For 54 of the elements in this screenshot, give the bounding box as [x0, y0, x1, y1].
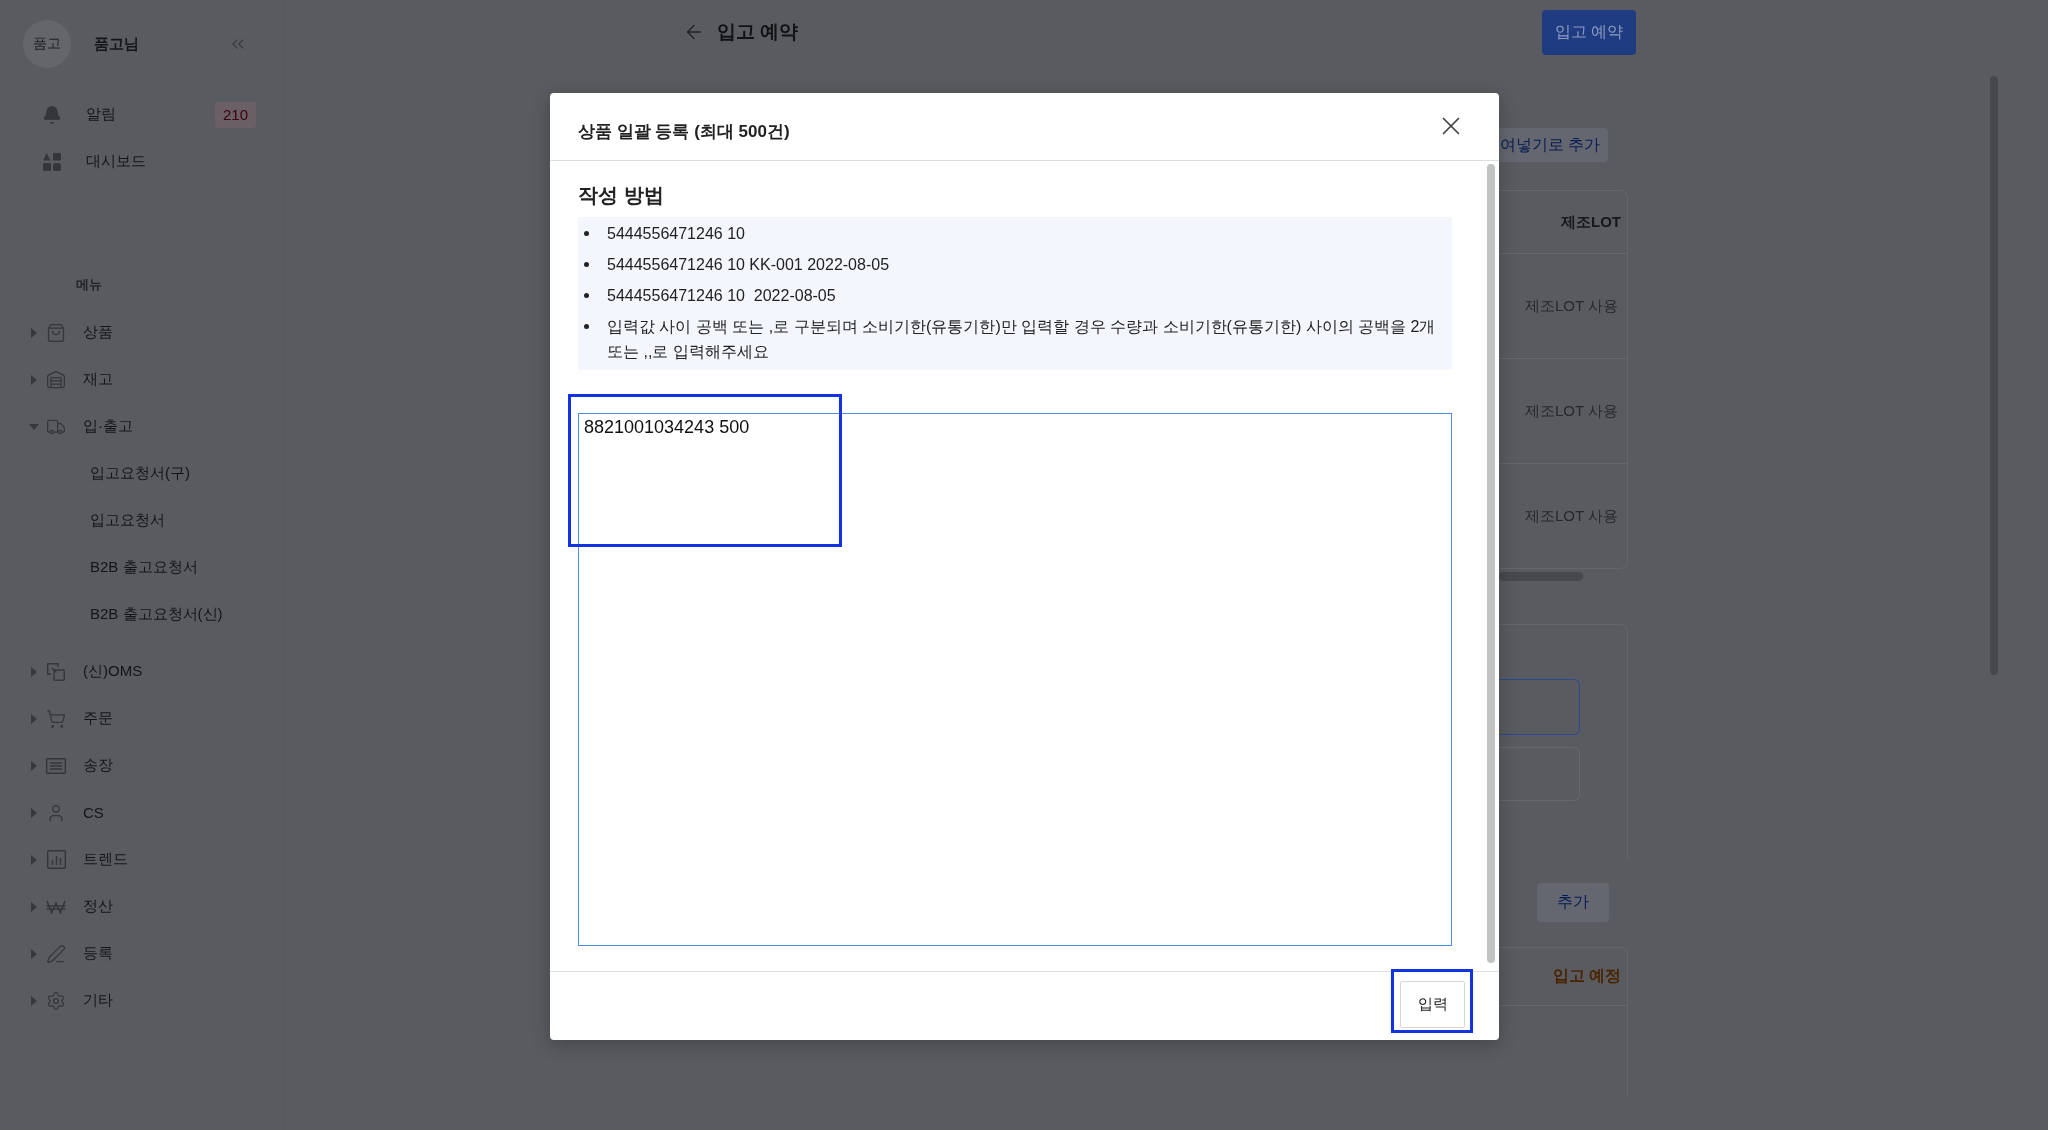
bullet-icon: [584, 324, 589, 329]
page-title: 입고 예약: [717, 20, 799, 44]
submit-button[interactable]: 입력: [1400, 981, 1465, 1028]
menu-item[interactable]: 트렌드: [29, 849, 128, 870]
bell-icon: [42, 104, 62, 125]
menu-heading: 메뉴: [76, 276, 102, 294]
bullet-icon: [584, 231, 589, 236]
user-name: 품고님: [94, 34, 139, 54]
guide-text: 5444556471246 10 KK-001 2022-08-05: [607, 255, 890, 275]
input-field[interactable]: [1499, 679, 1580, 735]
column-header: 제조LOT: [1561, 212, 1621, 232]
paste-add-button[interactable]: 여넣기로 추가: [1499, 128, 1609, 162]
pencil-icon: [46, 943, 66, 964]
section-title: 입고 예정: [1552, 966, 1621, 986]
menu-item[interactable]: 입·출고: [29, 416, 133, 437]
count-badge: 210: [214, 101, 256, 128]
scrollbar-thumb[interactable]: [1499, 572, 1583, 581]
shopping-bag-icon: [46, 322, 66, 343]
guide-text: 5444556471246 10: [607, 224, 745, 244]
guide-text: 입력값 사이 공백 또는 ,로 구분되며 소비기한(유통기한)만 입력할 경우 수량과 소비기한(유통기한) 사이의 공백을 2개 또는 ,,로 입력해주세요: [607, 317, 1437, 362]
avatar: 품고: [23, 20, 71, 68]
won-sign-icon: [46, 899, 66, 914]
menu-item[interactable]: CS: [29, 802, 104, 823]
guide-text: 5444556471246 10 2022-08-05: [607, 286, 836, 306]
guide-heading: 작성 방법: [578, 183, 665, 208]
menu-item[interactable]: 정산: [29, 896, 113, 917]
submenu-item[interactable]: B2B 출고요청서: [90, 558, 198, 577]
menu-item[interactable]: 기타: [29, 990, 113, 1011]
scrollbar-thumb[interactable]: [1487, 164, 1495, 963]
menu-item[interactable]: 주문: [29, 708, 113, 729]
reserve-button[interactable]: 입고 예약: [1542, 9, 1636, 55]
submenu-item[interactable]: 입고요청서: [90, 511, 165, 530]
modal-title: 상품 일괄 등록 (최대 500건): [578, 121, 790, 143]
settings-icon: [46, 990, 66, 1011]
menu-item[interactable]: 등록: [29, 943, 113, 964]
bar-chart-icon: [46, 850, 66, 869]
submenu-item[interactable]: 입고요청서(구): [90, 464, 190, 483]
menu-item[interactable]: 송장: [29, 755, 113, 776]
linked-squares-icon: [46, 661, 66, 682]
bullet-icon: [584, 293, 589, 298]
shopping-cart-icon: [46, 708, 66, 729]
sidebar-item[interactable]: 알림: [42, 104, 116, 125]
menu-item[interactable]: (신)OMS: [29, 661, 143, 682]
shapes-grid-icon: [42, 151, 62, 172]
add-button[interactable]: 추가: [1537, 883, 1609, 922]
list-card-icon: [46, 757, 66, 774]
bulk-input-field[interactable]: 8821001034243 500: [578, 413, 1452, 946]
warehouse-icon: [46, 369, 66, 390]
submenu-item[interactable]: B2B 출고요청서(신): [90, 605, 223, 624]
sidebar-item[interactable]: 대시보드: [42, 151, 146, 172]
bullet-icon: [584, 262, 589, 267]
menu-item[interactable]: 상품: [29, 322, 113, 343]
menu-item[interactable]: 재고: [29, 369, 113, 390]
input-field[interactable]: [1499, 747, 1580, 801]
